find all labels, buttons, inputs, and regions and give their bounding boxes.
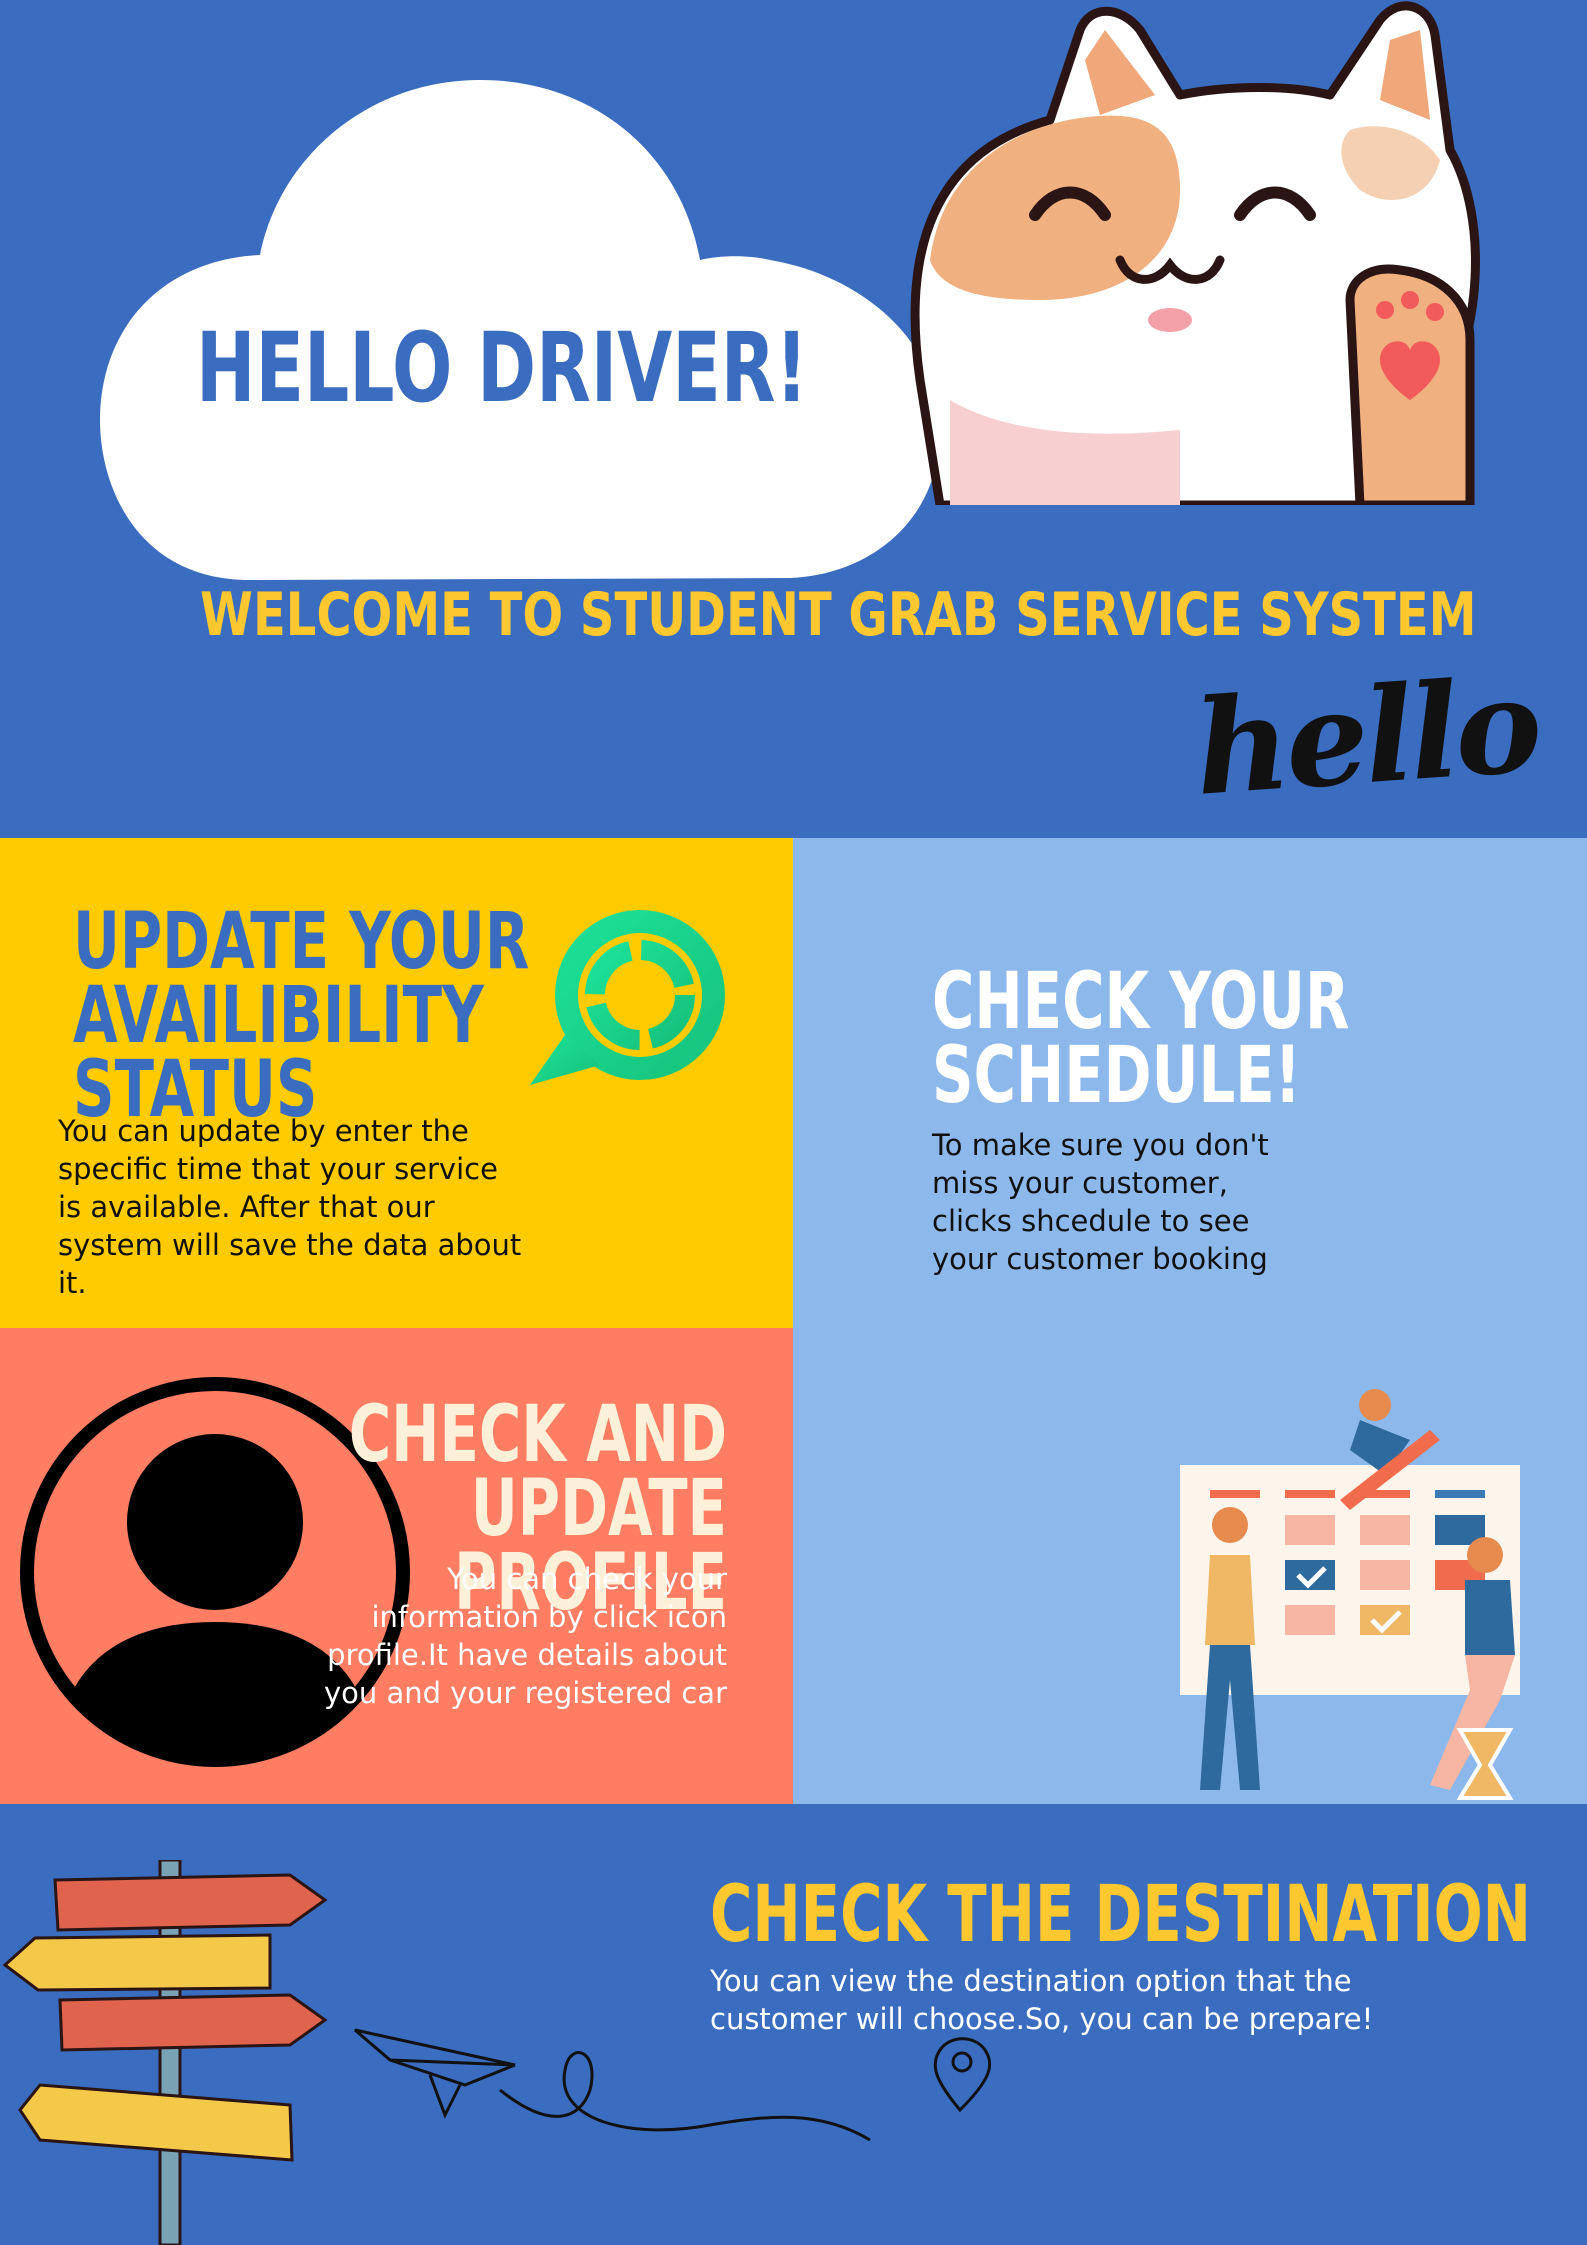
hello-script: hello bbox=[1190, 648, 1543, 825]
hero-title: HELLO DRIVER! bbox=[196, 312, 808, 424]
calendar-illustration[interactable] bbox=[1150, 1380, 1550, 1800]
welcome-heading: WELCOME TO STUDENT GRAB SERVICE SYSTEM bbox=[200, 580, 1477, 650]
availability-title-line1: UPDATE YOUR bbox=[73, 897, 530, 987]
schedule-text: To make sure you don't miss your custome… bbox=[932, 1128, 1269, 1276]
availability-title-line2: AVAILIBILITY bbox=[73, 971, 484, 1061]
availability-text: You can update by enter the specific tim… bbox=[58, 1114, 522, 1300]
destination-title: CHECK THE DESTINATION bbox=[710, 1870, 1531, 1960]
cat-illustration bbox=[910, 1, 1480, 505]
chat-sync-icon[interactable] bbox=[520, 905, 740, 1095]
location-pin-icon bbox=[933, 2037, 992, 2113]
signpost-icon bbox=[2, 1860, 328, 2245]
schedule-title-line2: SCHEDULE! bbox=[932, 1031, 1301, 1121]
profile-text: You can check your information by click … bbox=[323, 1562, 727, 1710]
availability-title: UPDATE YOUR AVAILIBILITY STATUS bbox=[73, 897, 530, 1129]
paper-plane-icon bbox=[354, 2028, 992, 2142]
profile-title-line1: CHECK AND bbox=[348, 1390, 727, 1480]
schedule-title: CHECK YOUR SCHEDULE! bbox=[932, 957, 1350, 1121]
schedule-title-line1: CHECK YOUR bbox=[932, 957, 1350, 1047]
